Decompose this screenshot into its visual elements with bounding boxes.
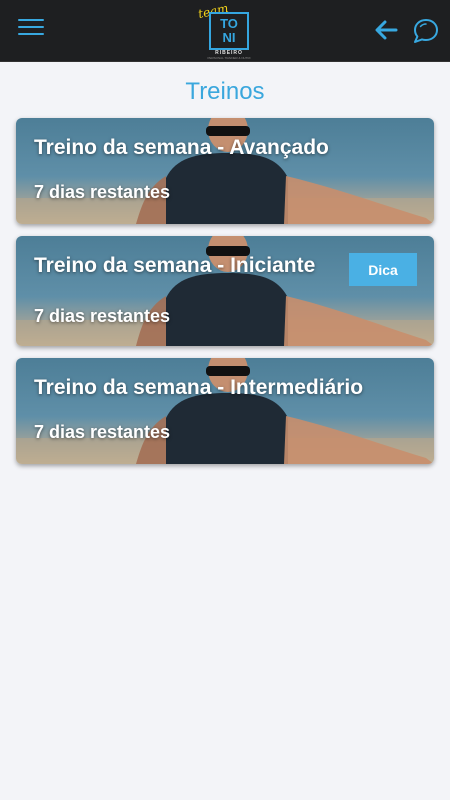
- workout-card-advanced[interactable]: Treino da semana - Avançado 7 dias resta…: [16, 118, 434, 224]
- hamburger-menu-icon: [18, 19, 44, 35]
- back-button[interactable]: [373, 18, 399, 42]
- workout-card-beginner[interactable]: Treino da semana - Iniciante 7 dias rest…: [16, 236, 434, 346]
- app-header: team TO NI RIBEIRO PERSONAL TRAINER & NU…: [0, 0, 450, 62]
- workout-background-image: [16, 358, 434, 464]
- workout-remaining-days: 7 dias restantes: [34, 306, 171, 326]
- workout-remaining-days: 7 dias restantes: [34, 422, 171, 442]
- arrow-left-icon: [375, 20, 398, 40]
- workout-title: Treino da semana - Iniciante: [34, 254, 316, 277]
- menu-button[interactable]: [18, 19, 44, 41]
- workout-title: Treino da semana - Avançado: [34, 136, 329, 159]
- page-title: Treinos: [185, 78, 265, 105]
- logo-tagline: PERSONAL TRAINER & NUTRI: [207, 56, 251, 60]
- workout-background-image: [16, 118, 434, 224]
- chat-button[interactable]: [411, 17, 439, 45]
- workout-card-intermediate[interactable]: Treino da semana - Intermediário 7 dias …: [16, 358, 434, 464]
- logo-line-1: TO: [220, 16, 238, 31]
- brand-logo: team TO NI RIBEIRO PERSONAL TRAINER & NU…: [196, 1, 256, 60]
- chat-bubble-icon: [414, 19, 438, 43]
- logo-box: TO NI: [209, 12, 249, 50]
- logo-line-2: NI: [222, 30, 236, 45]
- tip-button[interactable]: Dica: [349, 253, 417, 286]
- workout-title: Treino da semana - Intermediário: [34, 376, 364, 399]
- workout-remaining-days: 7 dias restantes: [34, 182, 171, 202]
